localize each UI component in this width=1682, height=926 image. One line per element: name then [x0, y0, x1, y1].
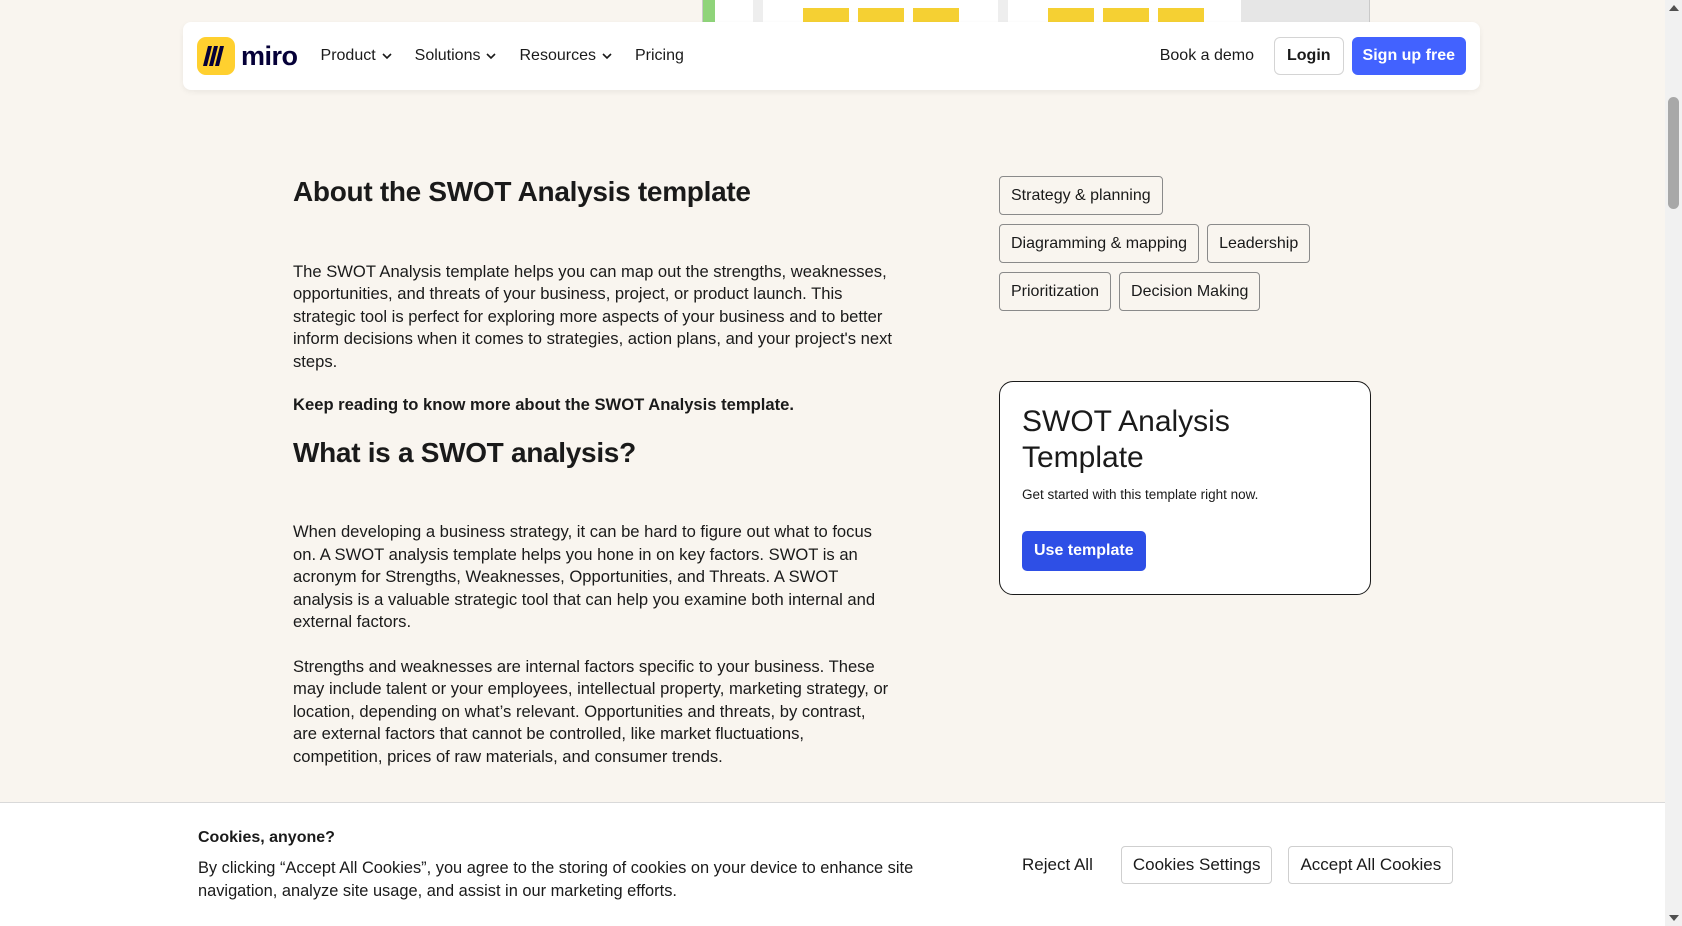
about-heading: About the SWOT Analysis template — [293, 176, 751, 207]
miro-logo-glyph — [203, 46, 224, 66]
use-template-button[interactable]: Use template — [1022, 531, 1146, 571]
nav-solutions-label: Solutions — [414, 47, 481, 64]
nav-pricing[interactable]: Pricing — [635, 47, 684, 65]
board-preview-divider — [753, 0, 763, 24]
tag-leadership[interactable]: Leadership — [1207, 224, 1311, 263]
tag-row: Prioritization Decision Making — [999, 272, 1359, 311]
tag-diagramming-mapping[interactable]: Diagramming & mapping — [999, 224, 1200, 263]
chevron-down-icon — [382, 53, 392, 60]
book-demo-link[interactable]: Book a demo — [1148, 47, 1266, 65]
scroll-down-arrow-icon[interactable] — [1669, 915, 1679, 921]
scroll-up-arrow-icon[interactable] — [1669, 5, 1679, 11]
tag-prioritization[interactable]: Prioritization — [999, 272, 1112, 311]
template-card-subtitle: Get started with this template right now… — [1022, 487, 1259, 502]
scrollbar-thumb[interactable] — [1668, 97, 1679, 209]
miro-logo-icon — [197, 37, 235, 75]
page-scrollbar[interactable] — [1665, 0, 1682, 926]
template-card-title: SWOT Analysis Template — [1022, 405, 1230, 474]
cookie-title: Cookies, anyone? — [198, 829, 335, 846]
logo-wordmark: miro — [241, 40, 298, 71]
nav-product-label: Product — [320, 47, 376, 64]
template-card: SWOT Analysis Template Get started with … — [999, 381, 1371, 595]
tag-decision-making[interactable]: Decision Making — [1119, 272, 1261, 311]
about-paragraph: The SWOT Analysis template helps you can… — [293, 261, 892, 371]
tag-row: Diagramming & mapping Leadership — [999, 224, 1359, 263]
what-is-paragraph-2: Strengths and weaknesses are internal fa… — [293, 656, 889, 766]
cookie-banner: Cookies, anyone? By clicking “Accept All… — [0, 802, 1665, 926]
tag-strategy-planning[interactable]: Strategy & planning — [999, 176, 1163, 215]
board-preview-grey-panel — [1241, 0, 1369, 24]
what-is-paragraph-1: When developing a business strategy, it … — [293, 522, 876, 632]
board-preview-green-strip — [703, 0, 715, 24]
template-description: About the SWOT Analysis template The SWO… — [293, 175, 893, 768]
chevron-down-icon — [486, 53, 497, 60]
cookie-text: By clicking “Accept All Cookies”, you ag… — [198, 859, 914, 900]
nav-product[interactable]: Product — [321, 47, 393, 65]
nav-resources-label: Resources — [519, 47, 596, 64]
board-preview-divider — [998, 0, 1008, 24]
tag-row: Strategy & planning — [999, 176, 1359, 215]
cookie-actions: Reject All Cookies Settings Accept All C… — [1010, 846, 1454, 884]
nav-resources[interactable]: Resources — [519, 47, 612, 65]
keep-reading-text: Keep reading to know more about the SWOT… — [293, 395, 794, 415]
chevron-down-icon — [602, 53, 612, 60]
top-navbar: miro Product Solutions Resources Pricing… — [183, 22, 1480, 90]
main-nav: Product Solutions Resources Pricing — [321, 47, 684, 65]
nav-pricing-label: Pricing — [634, 47, 684, 64]
board-preview-strip — [702, 0, 1370, 24]
login-button[interactable]: Login — [1274, 37, 1344, 75]
signup-button[interactable]: Sign up free — [1351, 37, 1466, 75]
accept-all-cookies-button[interactable]: Accept All Cookies — [1288, 846, 1454, 884]
miro-logo[interactable]: miro — [197, 37, 298, 75]
what-is-heading: What is a SWOT analysis? — [293, 436, 636, 468]
nav-solutions[interactable]: Solutions — [415, 47, 498, 65]
nav-actions: Book a demo Login Sign up free — [1148, 37, 1466, 75]
reject-all-cookies-button[interactable]: Reject All — [1010, 855, 1105, 875]
cookies-settings-button[interactable]: Cookies Settings — [1120, 846, 1273, 884]
category-tags: Strategy & planning Diagramming & mappin… — [999, 176, 1359, 320]
